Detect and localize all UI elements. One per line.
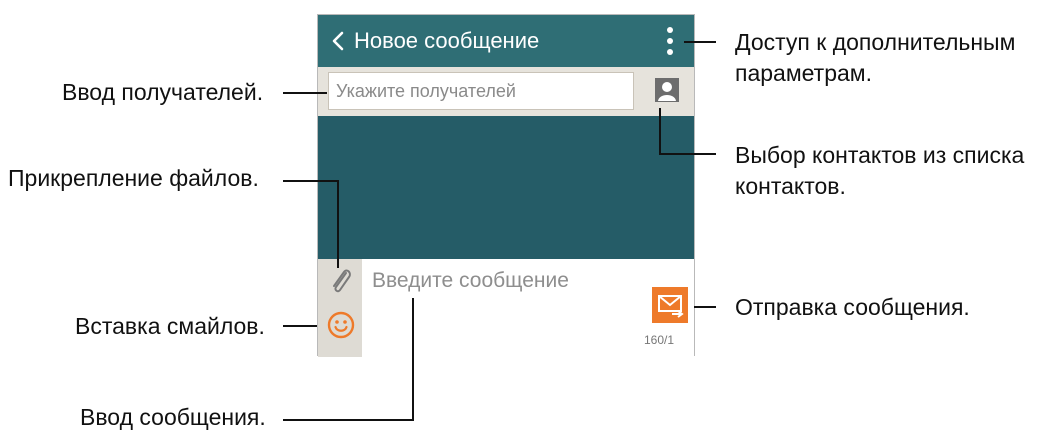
callout-attach: Прикрепление файлов. [8,165,259,191]
line-contacts [659,108,716,155]
callout-more-line2: параметрам. [735,60,872,86]
callout-message: Ввод сообщения. [80,404,266,430]
callout-emoji: Вставка смайлов. [75,313,265,339]
callout-send: Отправка сообщения. [735,294,970,320]
callout-lines [283,41,716,421]
callout-recipients: Ввод получателей. [62,79,264,105]
callout-contacts-line2: контактов. [735,173,846,199]
line-attach [283,180,339,268]
line-message [283,298,414,421]
callout-contacts-line1: Выбор контактов из списка [735,142,1025,168]
callout-more-line1: Доступ к дополнительным [735,29,1016,55]
